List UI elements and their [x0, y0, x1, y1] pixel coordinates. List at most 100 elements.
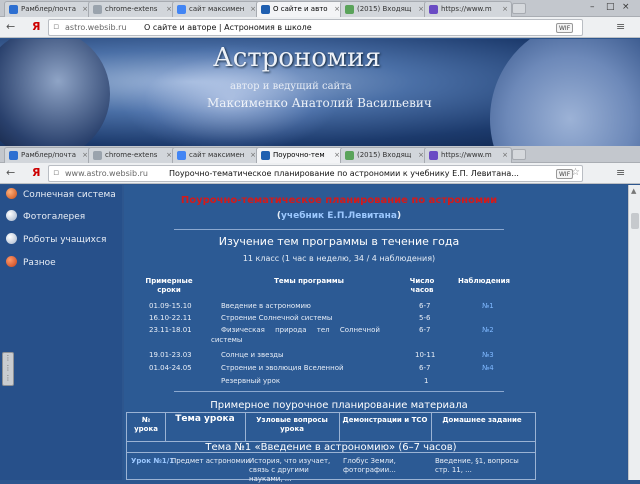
wifi-badge[interactable]: WIF — [556, 23, 574, 33]
row-hours: 5-6 — [419, 314, 431, 322]
row-topic: Солнце и звезды — [221, 351, 284, 359]
tab-1[interactable]: Рамблер/почта × — [4, 147, 92, 163]
google-icon — [177, 5, 186, 14]
address-bar-top: ← Я ▫ astro.websib.ru О сайте и авторе |… — [0, 17, 640, 38]
row-obs-link[interactable]: №3 — [482, 351, 494, 360]
planet-image-right — [490, 39, 640, 146]
tab-1[interactable]: Рамблер/почта × — [4, 1, 92, 17]
textbook-line: (учебник Е.П.Левитана) — [276, 211, 402, 221]
new-tab-button[interactable] — [512, 149, 526, 160]
planet-bullet-icon — [6, 188, 17, 199]
sidebar-nav: Солнечная система Фотогалерея Роботы уча… — [0, 185, 122, 480]
plan-header-hw: Домашнее задание — [442, 416, 522, 424]
plan-header-num: № урока — [134, 416, 158, 433]
col-header-topics: Темы программы — [274, 277, 344, 285]
yandex-icon[interactable]: Я — [32, 166, 40, 180]
textbook-link[interactable]: учебник Е.П.Левитана — [281, 211, 397, 221]
lesson-demo: Глобус Земли, фотографии... — [343, 457, 396, 474]
plan-header-demo: Демонстрации и ТСО — [342, 416, 428, 424]
site-banner: Астрономия автор и ведущий сайта Максиме… — [0, 39, 640, 146]
site-subtitle: автор и ведущий сайта — [230, 81, 352, 92]
tab-4[interactable]: О сайте и авто × — [256, 1, 344, 17]
scrollbar[interactable]: ▲ — [628, 185, 640, 480]
page-heading: Поурочно-тематическое планирование по ас… — [180, 195, 498, 206]
tab-4[interactable]: Поурочно-тем × — [256, 147, 344, 163]
row-obs-link[interactable]: №1 — [482, 302, 494, 311]
menu-icon[interactable]: ≡ — [616, 166, 625, 179]
site-icon — [429, 5, 438, 14]
rambler-icon — [9, 5, 18, 14]
row-topic: Физическая природа тел Солнечной — [221, 326, 380, 334]
rambler-icon — [9, 151, 18, 160]
bookmark-star-icon[interactable]: ☆ — [571, 167, 580, 178]
page-title-text: Поурочно-тематическое планирование по ас… — [169, 169, 519, 178]
tab-3[interactable]: сайт максимен × — [172, 1, 260, 17]
tab-5[interactable]: (2015) Входящ × — [340, 147, 428, 163]
mail-icon — [345, 5, 354, 14]
row-obs-link[interactable]: №4 — [482, 364, 494, 373]
lesson-topic: Предмет астрономии — [171, 457, 250, 465]
row-hours: 6-7 — [419, 364, 431, 372]
row-dates: 01.04-24.05 — [149, 364, 192, 372]
site-icon — [261, 5, 270, 14]
plan-header-questions: Узловые вопросы урока — [256, 416, 328, 433]
menu-icon[interactable]: ≡ — [616, 20, 625, 33]
row-dates: 23.11-18.01 — [149, 326, 192, 334]
planet-bullet-icon — [6, 256, 17, 267]
site-icon — [261, 151, 270, 160]
url-text: www.astro.websib.ru — [65, 169, 148, 178]
tab-5[interactable]: (2015) Входящ × — [340, 1, 428, 17]
row-hours: 1 — [424, 377, 429, 385]
new-tab-button[interactable] — [512, 3, 526, 14]
row-topic: Резервный урок — [221, 377, 281, 385]
row-topic: Строение Солнечной системы — [221, 314, 333, 322]
author-name: Максименко Анатолий Васильевич — [207, 96, 432, 110]
back-icon[interactable]: ← — [6, 166, 15, 180]
plan-title: Примерное поурочное планирование материа… — [210, 400, 468, 411]
row-hours: 6-7 — [419, 302, 431, 310]
side-dock-handle[interactable]: ⋮ ⋮ ⋮ — [2, 352, 14, 386]
col-header-dates: Примерные сроки — [145, 277, 193, 294]
col-header-obs: Наблюдения — [457, 277, 511, 285]
row-dates: 16.10-22.11 — [149, 314, 192, 322]
divider — [174, 391, 504, 392]
planet-image — [0, 39, 110, 146]
maximize-icon[interactable]: □ — [606, 2, 615, 12]
back-icon[interactable]: ← — [6, 20, 15, 34]
sidebar-item-student-works[interactable]: Роботы учащихся — [6, 233, 106, 247]
tab-2[interactable]: chrome-extens × — [88, 1, 176, 17]
lesson-num-link[interactable]: Урок №1/1 — [131, 457, 174, 466]
row-hours: 10-11 — [415, 351, 436, 359]
study-title: Изучение тем программы в течение года — [218, 235, 460, 248]
yandex-icon[interactable]: Я — [32, 20, 40, 34]
omnibox[interactable]: ▫ www.astro.websib.ru Поурочно-тематичес… — [48, 165, 583, 182]
row-topic: Строение и эволюция Вселенной — [221, 364, 344, 372]
omnibox[interactable]: ▫ astro.websib.ru О сайте и авторе | Аст… — [48, 19, 583, 36]
tab-6[interactable]: https://www.m × — [424, 147, 512, 163]
grade-line: 11 класс (1 час в неделю, 34 / 4 наблюде… — [242, 254, 436, 263]
lesson-hw: Введение, §1, вопросы стр. 11, ... — [435, 457, 519, 474]
tab-6[interactable]: https://www.m × — [424, 1, 512, 17]
mail-icon — [345, 151, 354, 160]
row-obs-link[interactable]: №2 — [482, 326, 494, 335]
tab-2[interactable]: chrome-extens × — [88, 147, 176, 163]
minimize-icon[interactable]: – — [590, 2, 595, 12]
page-icon: ▫ — [53, 168, 60, 178]
divider — [174, 229, 504, 230]
page-title-text: О сайте и авторе | Астрономия в школе — [144, 23, 312, 32]
close-icon[interactable]: × — [502, 2, 508, 16]
tab-3[interactable]: сайт максимен × — [172, 147, 260, 163]
sidebar-item-solar-system[interactable]: Солнечная система — [6, 188, 116, 202]
lesson-plan-table: № урока Тема урока Узловые вопросы урока… — [126, 412, 536, 483]
scroll-thumb[interactable] — [631, 213, 639, 229]
sidebar-item-misc[interactable]: Разное — [6, 256, 56, 270]
col-header-hours: Число часов — [409, 277, 435, 294]
close-icon[interactable]: × — [502, 148, 508, 162]
close-window-icon[interactable]: × — [622, 2, 630, 12]
row-dates: 01.09-15.10 — [149, 302, 192, 310]
row-dates: 19.01-23.03 — [149, 351, 192, 359]
topic-banner: Тема №1 «Введение в астрономию» (6–7 час… — [127, 441, 535, 453]
scroll-up-icon[interactable]: ▲ — [631, 187, 636, 195]
page-icon: ▫ — [53, 22, 60, 32]
sidebar-item-gallery[interactable]: Фотогалерея — [6, 210, 85, 224]
